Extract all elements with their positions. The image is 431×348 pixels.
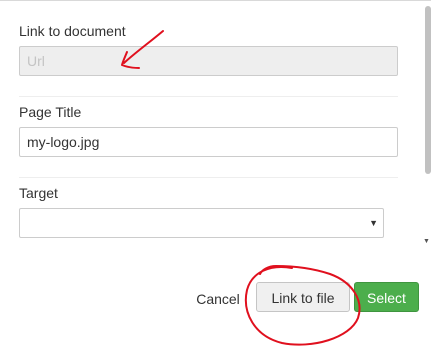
- section-divider: [19, 177, 398, 178]
- link-to-file-button[interactable]: Link to file: [256, 282, 350, 312]
- chevron-down-icon: ▼: [369, 218, 378, 228]
- select-button[interactable]: Select: [354, 282, 419, 312]
- form-scrollbar[interactable]: ▼: [423, 0, 431, 252]
- target-select[interactable]: ▼: [19, 208, 384, 238]
- scroll-down-arrow-icon[interactable]: ▼: [423, 238, 430, 246]
- page-title-label: Page Title: [19, 104, 82, 120]
- url-input[interactable]: [19, 46, 398, 76]
- page-title-input[interactable]: [19, 127, 398, 157]
- target-label: Target: [19, 185, 58, 201]
- cancel-button[interactable]: Cancel: [190, 284, 246, 312]
- section-divider: [19, 96, 398, 97]
- scrollbar-thumb[interactable]: [425, 6, 431, 174]
- link-to-document-label: Link to document: [19, 23, 126, 39]
- dialog-form-scroll-area: Link to document Page Title Target ▼: [0, 0, 431, 252]
